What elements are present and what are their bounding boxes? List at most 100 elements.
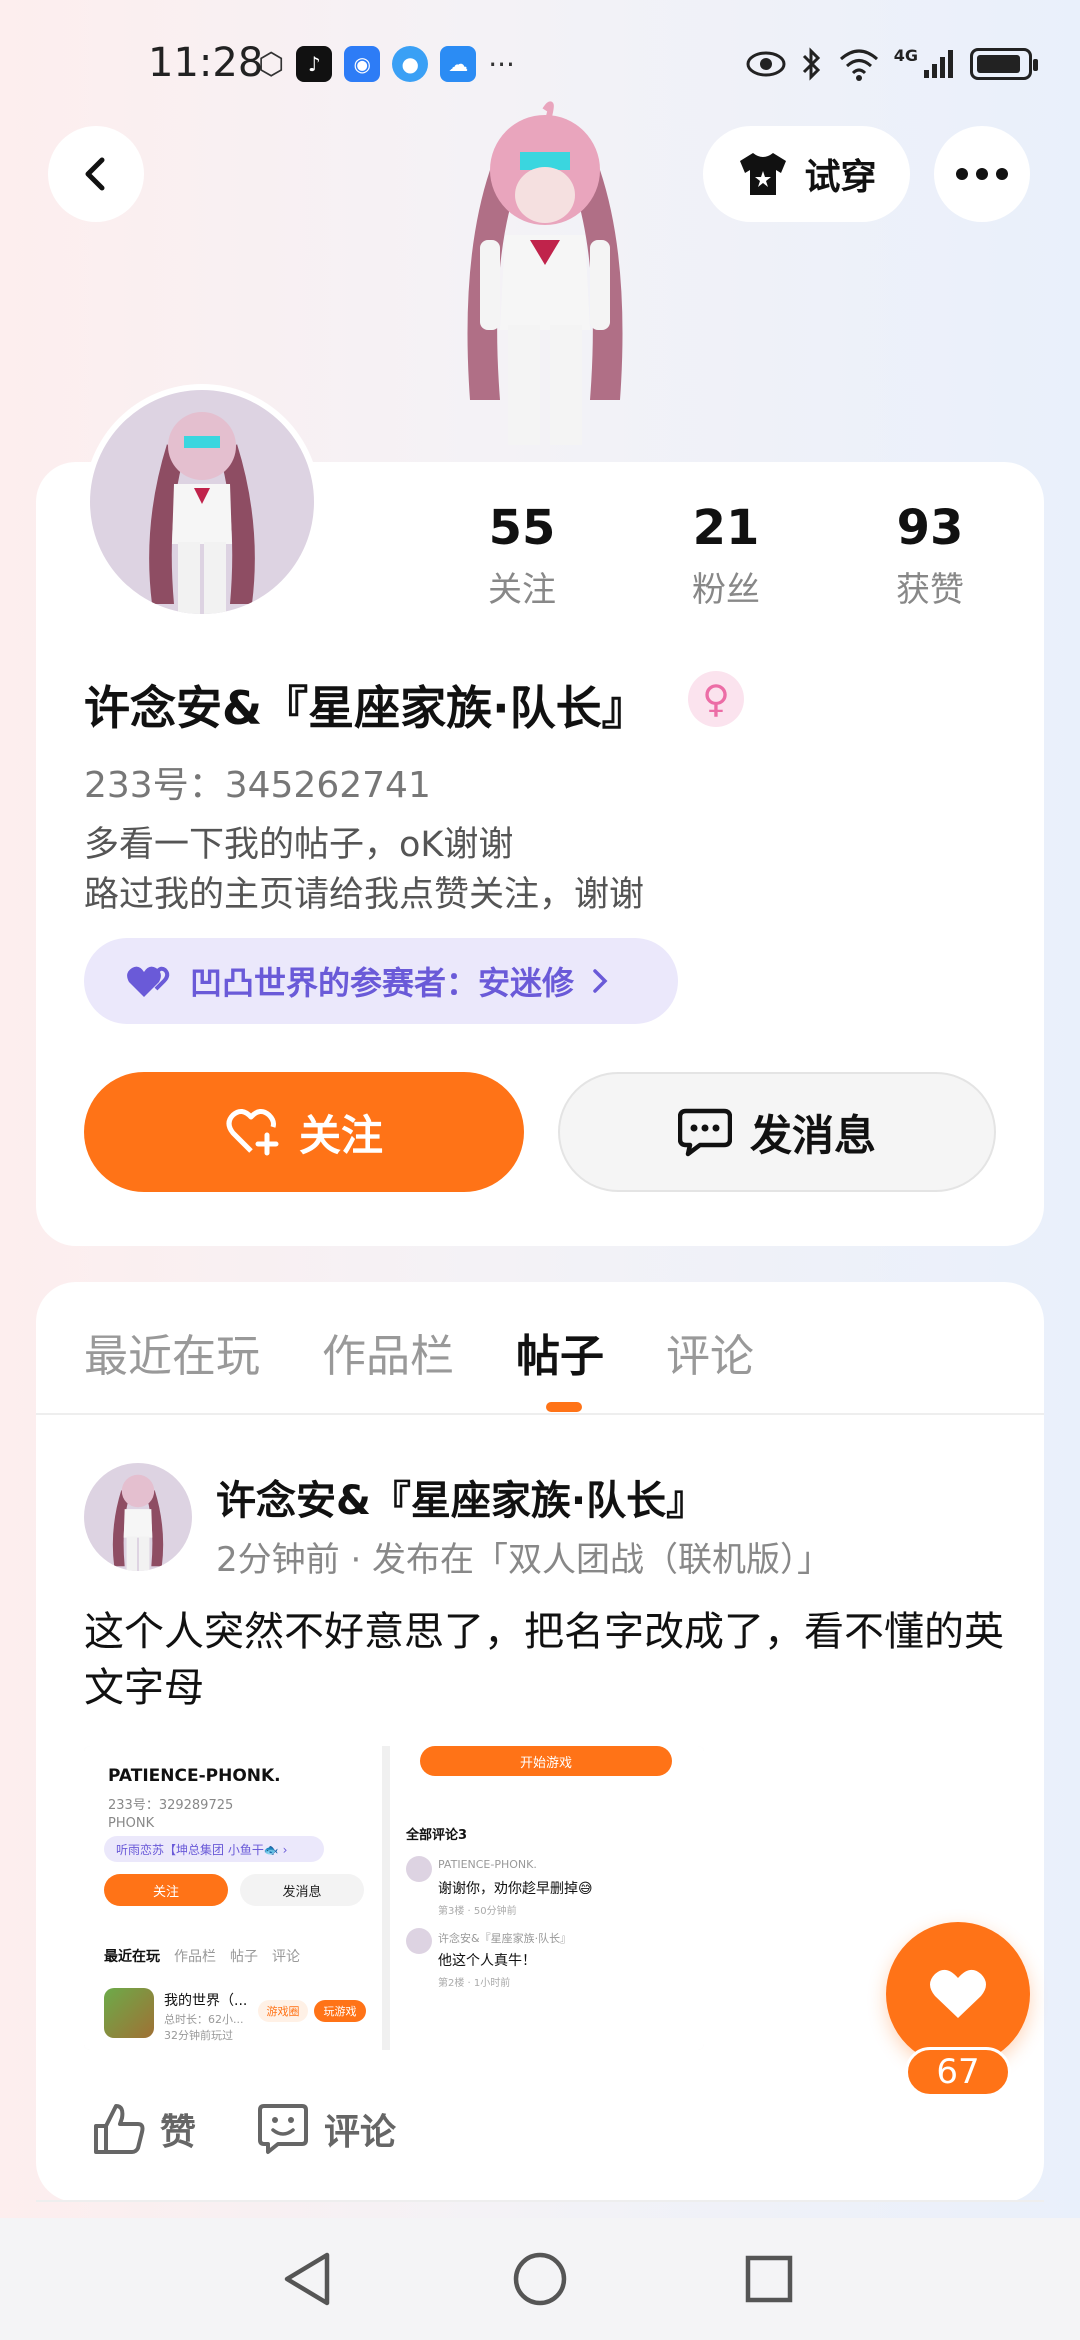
pi-comment-avatar — [406, 1928, 432, 1954]
nav-home-button[interactable] — [507, 2246, 573, 2312]
more-options-button[interactable] — [934, 126, 1030, 222]
post-image[interactable]: PATIENCE-PHONK. 233号：329289725 PHONK 听雨恋… — [84, 1746, 704, 2050]
floating-like-count: 67 — [905, 2047, 1011, 2097]
cloud-app-icon: ☁ — [440, 46, 477, 82]
comment-label: 评论 — [324, 2112, 397, 2153]
try-on-button[interactable]: 试穿 — [703, 126, 910, 222]
planet-icon: ● — [392, 46, 429, 82]
stat-following[interactable]: 55 关注 — [442, 500, 602, 611]
fans-label: 粉丝 — [692, 570, 760, 610]
nav-back-button[interactable] — [274, 2246, 340, 2312]
pi-start-game-button: 开始游戏 — [420, 1746, 672, 1776]
avatar-image — [90, 390, 314, 614]
likes-count: 93 — [896, 500, 964, 556]
bio-line-1: 多看一下我的帖子，oK谢谢 — [84, 825, 514, 865]
pi-tab: 最近在玩 — [104, 1949, 160, 1965]
bluetooth-icon — [802, 47, 820, 81]
thumbs-up-icon — [94, 2104, 145, 2154]
post-meta: 2分钟前 · 发布在「双人团战（联机版）」 — [216, 1540, 832, 1580]
post-text[interactable]: 这个人突然不好意思了，把名字改成了，看不懂的英文字母 — [84, 1604, 1004, 1716]
likes-label: 获赞 — [896, 570, 964, 610]
pi-comment-user: PATIENCE-PHONK. — [438, 1858, 537, 1871]
active-tab-indicator — [546, 1402, 582, 1412]
pi-tab: 评论 — [272, 1949, 300, 1965]
square-recents-icon — [745, 2255, 793, 2303]
avatar-character-icon — [112, 1474, 164, 1571]
post-image-right-panel: 开始游戏 全部评论3 PATIENCE-PHONK. 谢谢你，劝你趁早删掉😅 第… — [390, 1746, 704, 2050]
post-author-avatar[interactable] — [84, 1463, 192, 1571]
avatar-character-icon — [149, 412, 255, 614]
pi-comment-text: 谢谢你，劝你趁早删掉😅 — [438, 1881, 593, 1897]
follow-button[interactable]: 关注 — [84, 1072, 524, 1192]
pi-game-meta-1: 总时长：62小... — [164, 2013, 244, 2026]
post-author-name[interactable]: 许念安&『星座家族·队长』 — [216, 1468, 706, 1526]
system-status-icons: 4G — [746, 46, 1038, 82]
stat-fans[interactable]: 21 粉丝 — [646, 500, 806, 611]
like-button[interactable]: 赞 — [92, 2102, 196, 2156]
chevron-left-icon — [85, 157, 105, 191]
battery-level — [977, 55, 1020, 73]
avatar-character — [467, 101, 623, 445]
bulb-icon: ◉ — [344, 46, 381, 82]
message-button[interactable]: 发消息 — [558, 1072, 996, 1192]
pi-tab: 帖子 — [230, 1949, 258, 1965]
triangle-back-icon — [284, 2252, 330, 2306]
pi-profile-uid: 233号：329289725 — [108, 1798, 234, 1813]
tab-comments[interactable]: 评论 — [666, 1320, 754, 1384]
message-label: 发消息 — [749, 1110, 876, 1160]
chevron-right-icon — [593, 969, 608, 993]
fans-count: 21 — [692, 500, 760, 556]
more-dots-icon: ··· — [488, 47, 515, 81]
heart-add-icon — [226, 1109, 279, 1156]
following-label: 关注 — [488, 570, 556, 610]
pi-comments-title: 全部评论3 — [406, 1828, 468, 1843]
tab-posts[interactable]: 帖子 — [516, 1320, 604, 1384]
tab-recently-played[interactable]: 最近在玩 — [84, 1320, 260, 1384]
status-time: 11:28 — [148, 40, 264, 86]
pi-comment-meta: 第2楼 · 1小时前 — [438, 1978, 511, 1989]
tiktok-icon: ♪ — [296, 46, 333, 82]
pi-game-icon — [104, 1988, 154, 2038]
more-dots-icon — [956, 168, 1008, 180]
content-card — [36, 1282, 1044, 2202]
pi-message-button: 发消息 — [240, 1874, 364, 1906]
circle-home-icon — [513, 2252, 567, 2306]
eye-icon — [746, 51, 786, 77]
pi-comment-user: 许念安&『星座家族·队长』 — [438, 1932, 572, 1945]
pi-comment-text: 他这个人真牛！ — [438, 1953, 536, 1969]
nav-recents-button[interactable] — [736, 2246, 802, 2312]
event-badge-label: 凹凸世界的参赛者：安迷修 — [190, 964, 575, 1002]
battery-icon — [970, 48, 1038, 80]
pi-profile-name: PATIENCE-PHONK. — [108, 1766, 281, 1786]
pi-badge: 听雨恋苏【坤总集团 小鱼干🐟 › — [104, 1836, 324, 1862]
pi-tabs: 最近在玩 作品栏 帖子 评论 — [104, 1946, 300, 1966]
follow-label: 关注 — [298, 1110, 383, 1160]
network-type: 4G — [893, 46, 918, 65]
chat-bubble-icon — [677, 1108, 732, 1157]
pi-game-meta: 总时长：62小... 32分钟前玩过 — [164, 2012, 244, 2044]
tab-works[interactable]: 作品栏 — [322, 1320, 454, 1384]
post-actions: 赞 评论 — [92, 2102, 396, 2156]
comment-button[interactable]: 评论 — [256, 2102, 396, 2156]
pi-game-name: 我的世界（... — [164, 1993, 248, 2009]
event-badge[interactable]: 凹凸世界的参赛者：安迷修 — [84, 938, 678, 1024]
post-divider — [36, 2200, 1044, 2202]
post-image-left-panel: PATIENCE-PHONK. 233号：329289725 PHONK 听雨恋… — [84, 1746, 382, 2050]
profile-bio: 多看一下我的帖子，oK谢谢 路过我的主页请给我点赞关注，谢谢 — [84, 820, 644, 920]
floating-like-button[interactable] — [886, 1922, 1030, 2066]
notification-icons: ⬡ ♪ ◉ ● ☁ ··· — [258, 46, 515, 82]
stat-likes[interactable]: 93 获赞 — [850, 500, 1010, 611]
following-count: 55 — [488, 500, 556, 556]
back-button[interactable] — [48, 126, 144, 222]
pi-comment-meta: 第3楼 · 50分钟前 — [438, 1906, 517, 1917]
wifi-icon — [839, 49, 878, 81]
profile-name: 许念安&『星座家族·队长』 — [84, 681, 648, 735]
signal-icon — [924, 50, 953, 78]
pi-tab: 作品栏 — [174, 1949, 216, 1965]
comment-smile-icon — [258, 2104, 309, 2154]
hexagon-icon: ⬡ — [258, 46, 285, 82]
profile-avatar[interactable] — [84, 384, 320, 620]
heart-icon — [930, 1969, 986, 2018]
pi-follow-button: 关注 — [104, 1874, 228, 1906]
profile-tabs: 最近在玩 作品栏 帖子 评论 — [84, 1320, 754, 1384]
